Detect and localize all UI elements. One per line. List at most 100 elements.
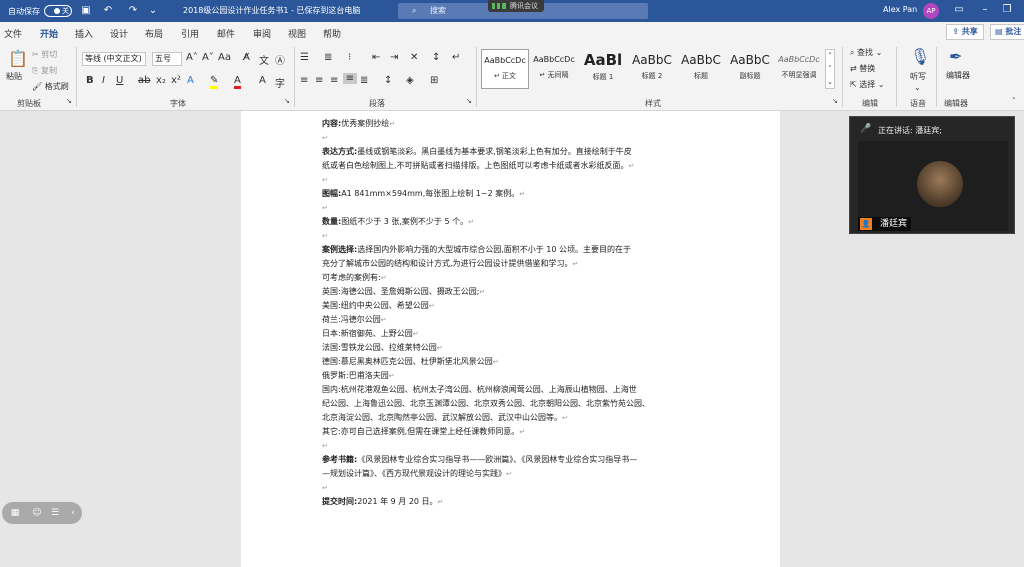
shading-icon[interactable]: ◈: [406, 75, 414, 86]
avatar[interactable]: AP: [923, 3, 939, 19]
font-color-icon[interactable]: A: [234, 75, 241, 89]
tab-layout[interactable]: 布局: [145, 27, 163, 40]
distributed-icon[interactable]: ≣: [360, 75, 368, 86]
ribbon-display-icon[interactable]: ▭: [952, 4, 966, 15]
style-title[interactable]: AaBbC 标题: [677, 49, 725, 89]
styles-scroll-icon[interactable]: ˄ ˅ ⌄: [825, 49, 835, 89]
clipboard-launcher-icon[interactable]: ↘: [66, 97, 72, 105]
dictate-dropdown-icon[interactable]: ⌄: [914, 83, 921, 92]
align-left-icon[interactable]: ≡: [300, 75, 308, 86]
tab-design[interactable]: 设计: [110, 27, 128, 40]
sort-icon[interactable]: ↕: [432, 52, 440, 63]
strikethrough-icon[interactable]: ab: [138, 75, 150, 86]
undo-icon[interactable]: ↶: [101, 4, 115, 18]
highlight-icon[interactable]: ✎: [210, 75, 219, 89]
grid-icon[interactable]: ▦: [8, 506, 22, 520]
bold-icon[interactable]: B: [86, 75, 94, 86]
font-launcher-icon[interactable]: ↘: [284, 97, 290, 105]
shrink-font-icon[interactable]: A˅: [202, 52, 214, 63]
meeting-indicator[interactable]: 腾讯会议: [488, 0, 544, 12]
document-title[interactable]: 2018级公园设计作业任务书1 - 已保存到这台电脑: [183, 5, 360, 16]
ribbon: 📋 粘贴 ✂ 剪切 ⎘ 复制 🖌 格式刷 剪贴板 ↘ 等线 (中文正文) 五号 …: [0, 43, 1024, 111]
list-icon[interactable]: ☰: [48, 506, 62, 520]
line-spacing-icon[interactable]: ↕: [384, 75, 392, 86]
align-center-icon[interactable]: ≡: [315, 75, 323, 86]
chinese-layout-icon[interactable]: ✕: [410, 52, 418, 63]
char-border-icon[interactable]: 字: [275, 75, 285, 90]
paragraph-launcher-icon[interactable]: ↘: [466, 97, 472, 105]
increase-indent-icon[interactable]: ⇥: [390, 52, 398, 63]
signal-icon: [492, 3, 506, 9]
select-button[interactable]: ⇱ 选择 ⌄: [850, 79, 885, 90]
comments-button[interactable]: ▤ 批注: [990, 24, 1024, 40]
tab-view[interactable]: 视图: [288, 27, 306, 40]
clear-format-icon[interactable]: A̸: [243, 52, 250, 63]
style-no-spacing[interactable]: AaBbCcDc ↵ 无间隔: [530, 49, 578, 89]
doc-line: ↵: [322, 204, 328, 212]
save-icon[interactable]: ▣: [79, 4, 93, 18]
cut-button[interactable]: ✂ 剪切: [32, 49, 57, 60]
style-heading-1[interactable]: AaBl 标题 1: [579, 49, 627, 89]
show-marks-icon[interactable]: ↵: [452, 52, 460, 63]
user-name[interactable]: Alex Pan: [883, 5, 917, 14]
redo-icon[interactable]: ↷: [126, 4, 140, 18]
share-button[interactable]: ⇪ 共享: [946, 24, 984, 40]
tab-help[interactable]: 帮助: [323, 27, 341, 40]
customize-qat-icon[interactable]: ⌄: [146, 4, 160, 18]
numbering-icon[interactable]: ≣: [324, 52, 332, 63]
subscript-icon[interactable]: x₂: [156, 75, 166, 86]
styles-launcher-icon[interactable]: ↘: [832, 97, 838, 105]
align-right-icon[interactable]: ≡: [330, 75, 338, 86]
video-call-panel[interactable]: 🎤 正在讲话: 潘廷宾; 👤 潘廷宾: [849, 116, 1015, 234]
autosave-toggle[interactable]: 关: [44, 5, 72, 17]
grow-font-icon[interactable]: A˄: [186, 52, 198, 63]
multilevel-list-icon[interactable]: ⁝: [348, 52, 351, 63]
superscript-icon[interactable]: x²: [171, 75, 181, 86]
copy-button[interactable]: ⎘ 复制: [32, 65, 57, 76]
tab-mailings[interactable]: 邮件: [217, 27, 235, 40]
style-sample: AaBbCcDc: [778, 55, 820, 64]
font-size-dropdown[interactable]: 五号: [152, 52, 182, 66]
separator: [936, 47, 937, 107]
decrease-indent-icon[interactable]: ⇤: [372, 52, 380, 63]
replace-button[interactable]: ⇄ 替换: [850, 63, 875, 74]
autosave[interactable]: 自动保存 关: [8, 5, 72, 17]
font-name-dropdown[interactable]: 等线 (中文正文): [82, 52, 146, 66]
justify-icon[interactable]: ≡: [343, 73, 357, 84]
phonetic-guide-icon[interactable]: 文: [259, 52, 269, 67]
bullets-icon[interactable]: ☰: [300, 52, 309, 63]
italic-icon[interactable]: I: [102, 75, 105, 86]
paste-icon[interactable]: 📋: [8, 49, 28, 68]
tab-file[interactable]: 文件: [4, 27, 22, 40]
format-painter-button[interactable]: 🖌 格式刷: [32, 81, 69, 92]
change-case-icon[interactable]: Aa: [218, 52, 231, 63]
doc-line: ↵: [322, 484, 328, 492]
borders-icon[interactable]: ⊞: [430, 75, 438, 86]
floating-toolbar[interactable]: ▦ ☺ ☰ ‹: [2, 502, 82, 524]
editor-button[interactable]: 编辑器: [944, 71, 972, 81]
collapse-ribbon-icon[interactable]: ˄: [1012, 97, 1016, 105]
char-shading-icon[interactable]: A: [259, 75, 266, 86]
style-heading-2[interactable]: AaBbC 标题 2: [628, 49, 676, 89]
underline-icon[interactable]: U: [116, 75, 123, 86]
text-effects-icon[interactable]: A: [187, 75, 194, 86]
comment-icon: ▤: [995, 27, 1003, 36]
enclose-char-icon[interactable]: Ⓐ: [275, 52, 285, 67]
minimize-icon[interactable]: –: [978, 4, 992, 15]
restore-icon[interactable]: ❐: [1000, 4, 1014, 15]
tab-home[interactable]: 开始: [40, 27, 59, 45]
microphone-icon[interactable]: 🎙: [910, 47, 930, 66]
emoji-icon[interactable]: ☺: [30, 506, 44, 520]
style-subtle-emphasis[interactable]: AaBbCcDc 不明显强调: [775, 49, 823, 89]
tab-review[interactable]: 审阅: [253, 27, 271, 40]
collapse-icon[interactable]: ‹: [66, 506, 80, 520]
editor-pen-icon[interactable]: ✒: [949, 47, 962, 66]
document-page[interactable]: 内容:优秀案例抄绘↵ ↵ 表达方式:墨线或钢笔淡彩。黑白墨线为基本要求,钢笔淡彩…: [241, 111, 780, 567]
style-normal[interactable]: AaBbCcDc ↵ 正文: [481, 49, 529, 89]
tab-references[interactable]: 引用: [181, 27, 199, 40]
style-subtitle[interactable]: AaBbC 副标题: [726, 49, 774, 89]
dictate-button[interactable]: 听写: [910, 71, 926, 82]
tab-insert[interactable]: 插入: [75, 27, 93, 40]
find-button[interactable]: ⌕ 查找 ⌄: [850, 47, 882, 58]
paste-button[interactable]: 粘贴: [6, 71, 22, 82]
